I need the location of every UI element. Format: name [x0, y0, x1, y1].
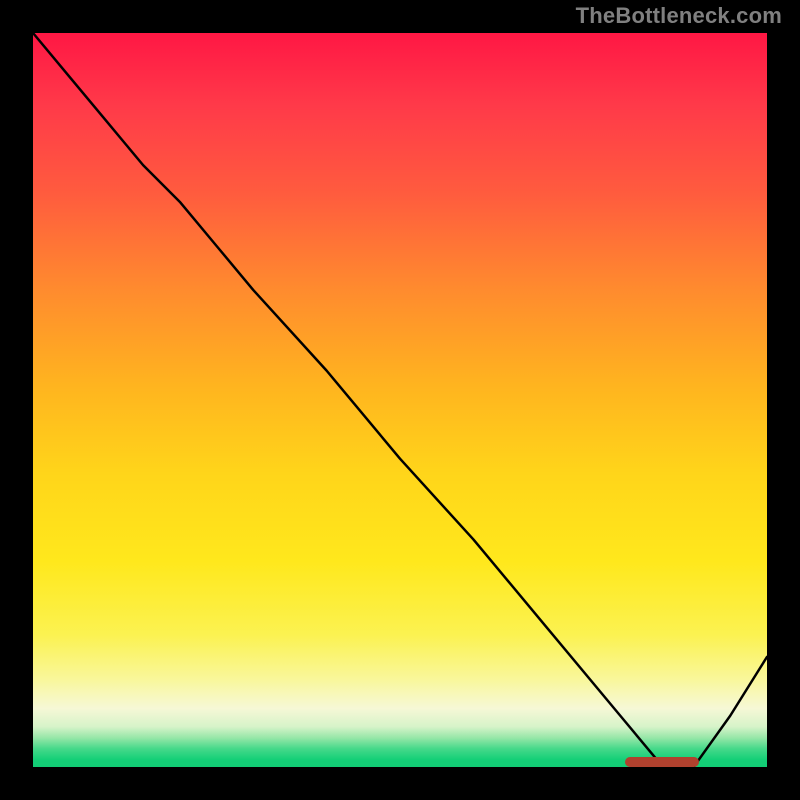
chart-canvas: TheBottleneck.com — [0, 0, 800, 800]
line-series — [33, 33, 767, 767]
optimal-range-marker — [625, 757, 699, 767]
plot-area — [30, 30, 770, 770]
attribution-text: TheBottleneck.com — [576, 3, 782, 29]
